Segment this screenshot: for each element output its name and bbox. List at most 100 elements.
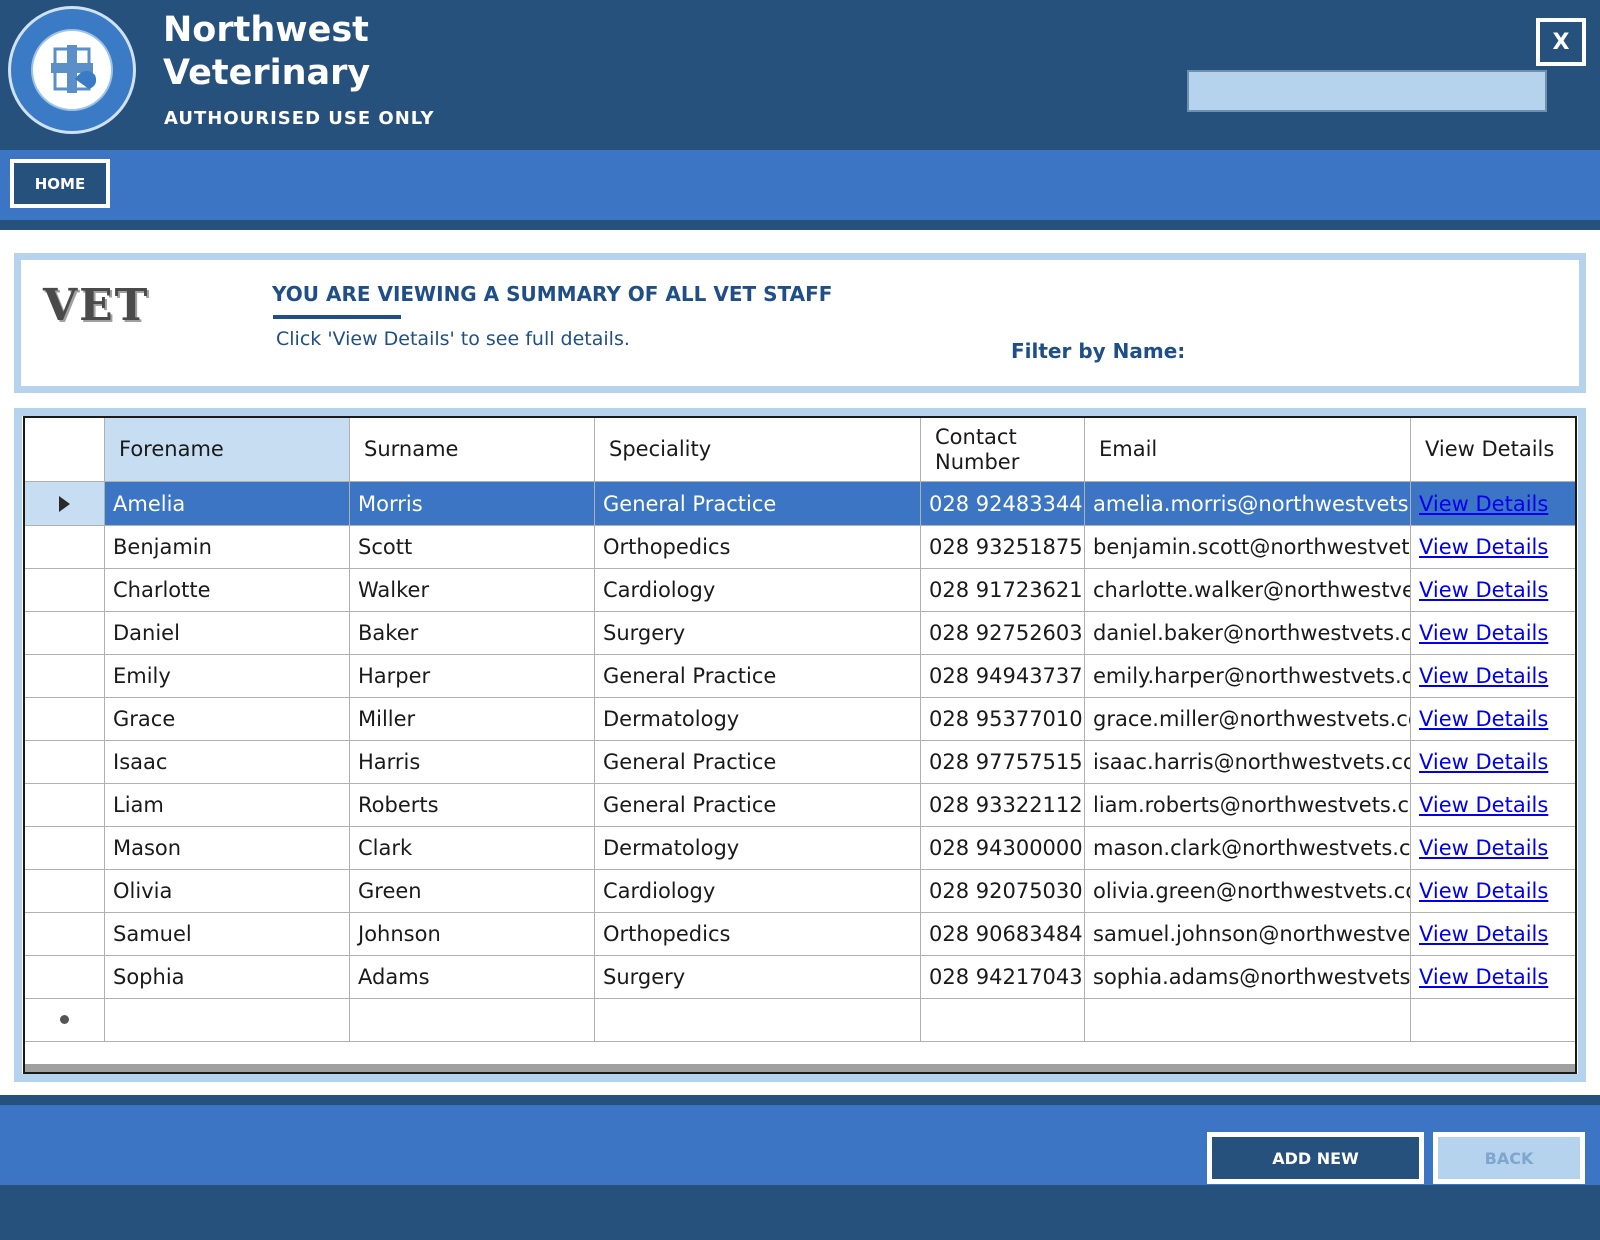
table-row[interactable]: Sophia Adams Surgery 028 94217043 sophia.ada… bbox=[25, 955, 1575, 999]
surname-cell[interactable]: Baker bbox=[350, 611, 595, 655]
view-details-cell[interactable]: View Details bbox=[1411, 783, 1575, 827]
email-cell[interactable]: olivia.green@northwestvets.co... bbox=[1085, 869, 1411, 913]
row-header[interactable] bbox=[25, 697, 105, 741]
email-cell[interactable]: mason.clark@northwestvets.c... bbox=[1085, 826, 1411, 870]
table-row[interactable]: Grace Miller Dermatology 028 95377010 grace.… bbox=[25, 697, 1575, 741]
surname-cell[interactable]: Roberts bbox=[350, 783, 595, 827]
view-details-link[interactable]: View Details bbox=[1419, 621, 1548, 645]
contact-number-cell[interactable]: 028 93251875 bbox=[921, 525, 1085, 569]
table-row[interactable]: Daniel Baker Surgery 028 92752603 daniel.bak… bbox=[25, 611, 1575, 655]
view-details-cell[interactable]: View Details bbox=[1411, 654, 1575, 698]
forename-cell[interactable]: Olivia bbox=[105, 869, 350, 913]
row-header[interactable] bbox=[25, 826, 105, 870]
table-row[interactable]: Olivia Green Cardiology 028 92075030 olivia.… bbox=[25, 869, 1575, 913]
view-details-cell[interactable]: View Details bbox=[1411, 826, 1575, 870]
view-details-cell[interactable]: View Details bbox=[1411, 740, 1575, 784]
new-row-cell[interactable] bbox=[921, 998, 1085, 1042]
speciality-cell[interactable]: Dermatology bbox=[595, 697, 921, 741]
contact-number-cell[interactable]: 028 92483344 bbox=[921, 482, 1085, 526]
view-details-link[interactable]: View Details bbox=[1419, 922, 1548, 946]
add-new-button[interactable]: ADD NEW bbox=[1207, 1132, 1424, 1184]
speciality-cell[interactable]: General Practice bbox=[595, 740, 921, 784]
surname-cell[interactable]: Morris bbox=[350, 482, 595, 526]
row-header[interactable] bbox=[25, 955, 105, 999]
view-details-link[interactable]: View Details bbox=[1419, 664, 1548, 688]
surname-cell[interactable]: Harris bbox=[350, 740, 595, 784]
new-row-cell[interactable] bbox=[1085, 998, 1411, 1042]
forename-cell[interactable]: Emily bbox=[105, 654, 350, 698]
table-row[interactable]: Benjamin Scott Orthopedics 028 93251875 benj… bbox=[25, 525, 1575, 569]
speciality-cell[interactable]: General Practice bbox=[595, 482, 921, 526]
email-cell[interactable]: samuel.johnson@northwestvet... bbox=[1085, 912, 1411, 956]
email-cell[interactable]: charlotte.walker@northwestve... bbox=[1085, 568, 1411, 612]
view-details-cell[interactable]: View Details bbox=[1411, 568, 1575, 612]
table-row[interactable]: Mason Clark Dermatology 028 94300000 mason.c… bbox=[25, 826, 1575, 870]
email-cell[interactable]: emily.harper@northwestvets.c... bbox=[1085, 654, 1411, 698]
surname-cell[interactable]: Johnson bbox=[350, 912, 595, 956]
forename-cell[interactable]: Liam bbox=[105, 783, 350, 827]
speciality-cell[interactable]: General Practice bbox=[595, 783, 921, 827]
forename-cell[interactable]: Daniel bbox=[105, 611, 350, 655]
row-header[interactable] bbox=[25, 869, 105, 913]
row-header[interactable] bbox=[25, 611, 105, 655]
row-header[interactable] bbox=[25, 482, 105, 526]
grid-horizontal-scrollbar[interactable] bbox=[25, 1064, 1575, 1072]
table-row[interactable]: Liam Roberts General Practice 028 93322112 l… bbox=[25, 783, 1575, 827]
table-row[interactable]: Charlotte Walker Cardiology 028 91723621 cha… bbox=[25, 568, 1575, 612]
contact-number-cell[interactable]: 028 91723621 bbox=[921, 568, 1085, 612]
new-row-cell[interactable] bbox=[595, 998, 921, 1042]
email-cell[interactable]: grace.miller@northwestvets.co... bbox=[1085, 697, 1411, 741]
speciality-cell[interactable]: Cardiology bbox=[595, 568, 921, 612]
speciality-cell[interactable]: Orthopedics bbox=[595, 912, 921, 956]
column-header-contact-number[interactable]: Contact Number bbox=[921, 418, 1085, 482]
surname-cell[interactable]: Green bbox=[350, 869, 595, 913]
surname-cell[interactable]: Miller bbox=[350, 697, 595, 741]
view-details-link[interactable]: View Details bbox=[1419, 535, 1548, 559]
table-row[interactable]: Samuel Johnson Orthopedics 028 90683484 samu… bbox=[25, 912, 1575, 956]
email-cell[interactable]: daniel.baker@northwestvets.c... bbox=[1085, 611, 1411, 655]
column-header-email[interactable]: Email bbox=[1085, 418, 1411, 482]
column-header-surname[interactable]: Surname bbox=[350, 418, 595, 482]
forename-cell[interactable]: Grace bbox=[105, 697, 350, 741]
surname-cell[interactable]: Walker bbox=[350, 568, 595, 612]
contact-number-cell[interactable]: 028 93322112 bbox=[921, 783, 1085, 827]
new-row-cell[interactable] bbox=[105, 998, 350, 1042]
forename-cell[interactable]: Charlotte bbox=[105, 568, 350, 612]
surname-cell[interactable]: Harper bbox=[350, 654, 595, 698]
column-header-forename[interactable]: Forename bbox=[105, 418, 350, 482]
row-header[interactable] bbox=[25, 998, 105, 1042]
view-details-cell[interactable]: View Details bbox=[1411, 697, 1575, 741]
forename-cell[interactable]: Benjamin bbox=[105, 525, 350, 569]
email-cell[interactable]: benjamin.scott@northwestvets... bbox=[1085, 525, 1411, 569]
view-details-link[interactable]: View Details bbox=[1419, 965, 1548, 989]
contact-number-cell[interactable]: 028 92752603 bbox=[921, 611, 1085, 655]
view-details-link[interactable]: View Details bbox=[1419, 707, 1548, 731]
email-cell[interactable]: isaac.harris@northwestvets.co... bbox=[1085, 740, 1411, 784]
row-header[interactable] bbox=[25, 783, 105, 827]
speciality-cell[interactable]: Dermatology bbox=[595, 826, 921, 870]
surname-cell[interactable]: Clark bbox=[350, 826, 595, 870]
row-header[interactable] bbox=[25, 568, 105, 612]
surname-cell[interactable]: Scott bbox=[350, 525, 595, 569]
forename-cell[interactable]: Isaac bbox=[105, 740, 350, 784]
close-button[interactable]: X bbox=[1536, 18, 1586, 66]
speciality-cell[interactable]: Surgery bbox=[595, 955, 921, 999]
forename-cell[interactable]: Samuel bbox=[105, 912, 350, 956]
table-row[interactable]: Isaac Harris General Practice 028 97757515 i… bbox=[25, 740, 1575, 784]
surname-cell[interactable]: Adams bbox=[350, 955, 595, 999]
home-button[interactable]: HOME bbox=[10, 159, 110, 208]
email-cell[interactable]: sophia.adams@northwestvets.... bbox=[1085, 955, 1411, 999]
view-details-cell[interactable]: View Details bbox=[1411, 912, 1575, 956]
view-details-cell[interactable]: View Details bbox=[1411, 955, 1575, 999]
contact-number-cell[interactable]: 028 92075030 bbox=[921, 869, 1085, 913]
view-details-cell[interactable]: View Details bbox=[1411, 869, 1575, 913]
view-details-link[interactable]: View Details bbox=[1419, 750, 1548, 774]
column-header-speciality[interactable]: Speciality bbox=[595, 418, 921, 482]
forename-cell[interactable]: Mason bbox=[105, 826, 350, 870]
table-row[interactable]: Amelia Morris General Practice 028 92483344… bbox=[25, 482, 1575, 526]
contact-number-cell[interactable]: 028 90683484 bbox=[921, 912, 1085, 956]
contact-number-cell[interactable]: 028 94300000 bbox=[921, 826, 1085, 870]
back-button[interactable]: BACK bbox=[1433, 1132, 1585, 1184]
speciality-cell[interactable]: General Practice bbox=[595, 654, 921, 698]
forename-cell[interactable]: Amelia bbox=[105, 482, 350, 526]
